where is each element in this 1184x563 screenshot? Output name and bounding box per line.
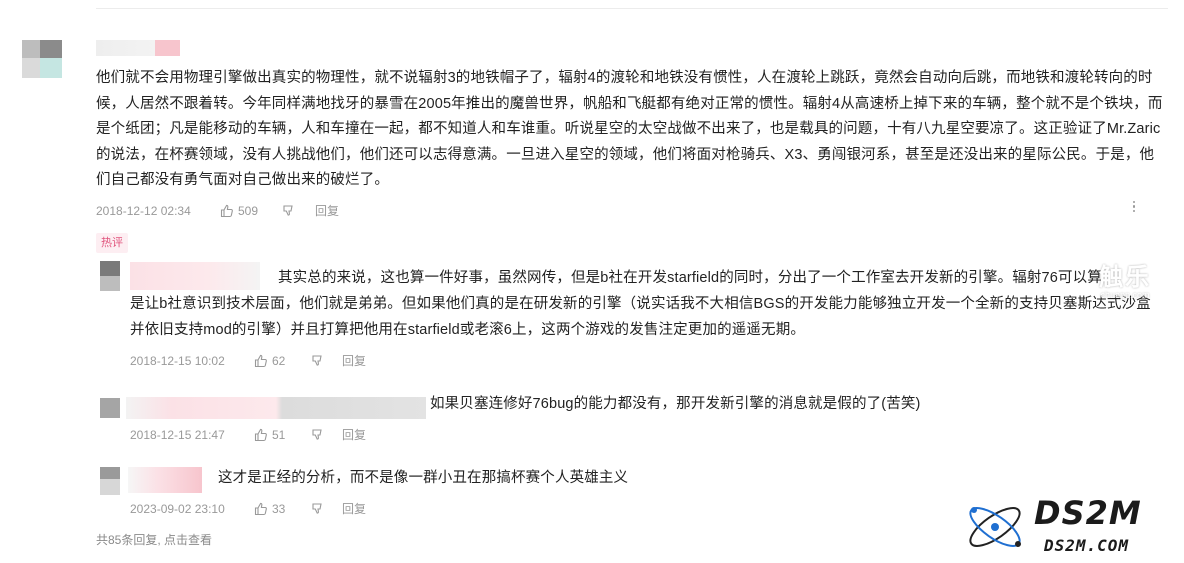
ds2m-watermark: DS2M DS2M.COM [962,494,1174,560]
thumb-up-icon [220,204,234,218]
like-count: 33 [272,502,286,516]
like-button[interactable]: 62 [254,353,285,369]
reply-button[interactable]: 回复 [342,427,366,443]
thumb-down-icon[interactable] [281,203,295,217]
reply-button[interactable]: 回复 [342,501,366,517]
view-all-replies-link[interactable]: 共85条回复, 点击查看 [96,531,212,548]
like-count: 509 [238,204,259,218]
like-count: 62 [272,354,286,368]
timestamp: 2018-12-15 21:47 [130,428,225,442]
hot-comment-badge: 热评 [96,233,128,253]
like-button[interactable]: 33 [254,501,285,517]
reply-avatar-blurred[interactable] [100,467,120,495]
thumb-up-icon [254,354,268,368]
thumb-up-icon [254,428,268,442]
reply-meta: 2023-09-02 23:10 33 回复 [130,501,530,517]
like-button[interactable]: 51 [254,427,285,443]
reply-meta: 2018-12-15 10:02 62 回复 [130,353,530,369]
timestamp: 2018-12-12 02:34 [96,204,191,218]
top-divider [96,8,1168,9]
avatar-blurred[interactable] [22,40,82,78]
thumb-down-icon[interactable] [310,353,324,367]
thumb-up-icon [254,502,268,516]
like-button[interactable]: 509 [220,203,258,219]
reply-button[interactable]: 回复 [315,203,339,219]
comment-body: 他们就不会用物理引擎做出真实的物理性，就不说辐射3的地铁帽子了，辐射4的渡轮和地… [96,70,1163,188]
thumb-down-icon[interactable] [310,427,324,441]
ds2m-watermark-url: DS2M.COM [1044,536,1130,555]
reply-username-blurred[interactable] [126,397,426,419]
reply-body: 是让b社意识到技术层面，他们就是弟弟。但如果他们真的是在研发新的引擎（说实话我不… [130,296,1151,338]
chuule-watermark-url: chuapp.com [1100,290,1150,300]
more-vertical-icon[interactable] [1128,199,1140,215]
reply-meta: 2018-12-15 21:47 51 回复 [130,427,530,443]
ds2m-watermark-text: DS2M [1034,494,1142,532]
reply-username-blurred[interactable] [130,262,260,290]
thumb-down-icon[interactable] [310,501,324,515]
reply-body: 这才是正经的分析，而不是像一群小丑在那搞杯赛个人英雄主义 [218,470,629,486]
reply-button[interactable]: 回复 [342,353,366,369]
chuule-watermark-text: 触乐 [1099,264,1151,291]
reply-avatar-blurred[interactable] [100,261,120,291]
like-count: 51 [272,428,286,442]
comment-meta: 2018-12-12 02:34 509 回复 [96,203,496,219]
reply-username-blurred[interactable] [128,467,202,493]
reply-avatar-blurred[interactable] [100,398,120,418]
timestamp: 2018-12-15 10:02 [130,354,225,368]
timestamp: 2023-09-02 23:10 [130,502,225,516]
ds2m-logo-icon [969,507,1021,547]
reply-body: 如果贝塞连修好76bug的能力都没有，那开发新引擎的消息就是假的了(苦笑) [430,396,921,412]
chuule-watermark: 触乐 chuapp.com [1090,257,1160,300]
username-blurred[interactable] [96,40,180,56]
reply-body-line1: 其实总的来说，这也算一件好事，虽然网传，但是b社在开发starfield的同时，… [278,270,1102,286]
